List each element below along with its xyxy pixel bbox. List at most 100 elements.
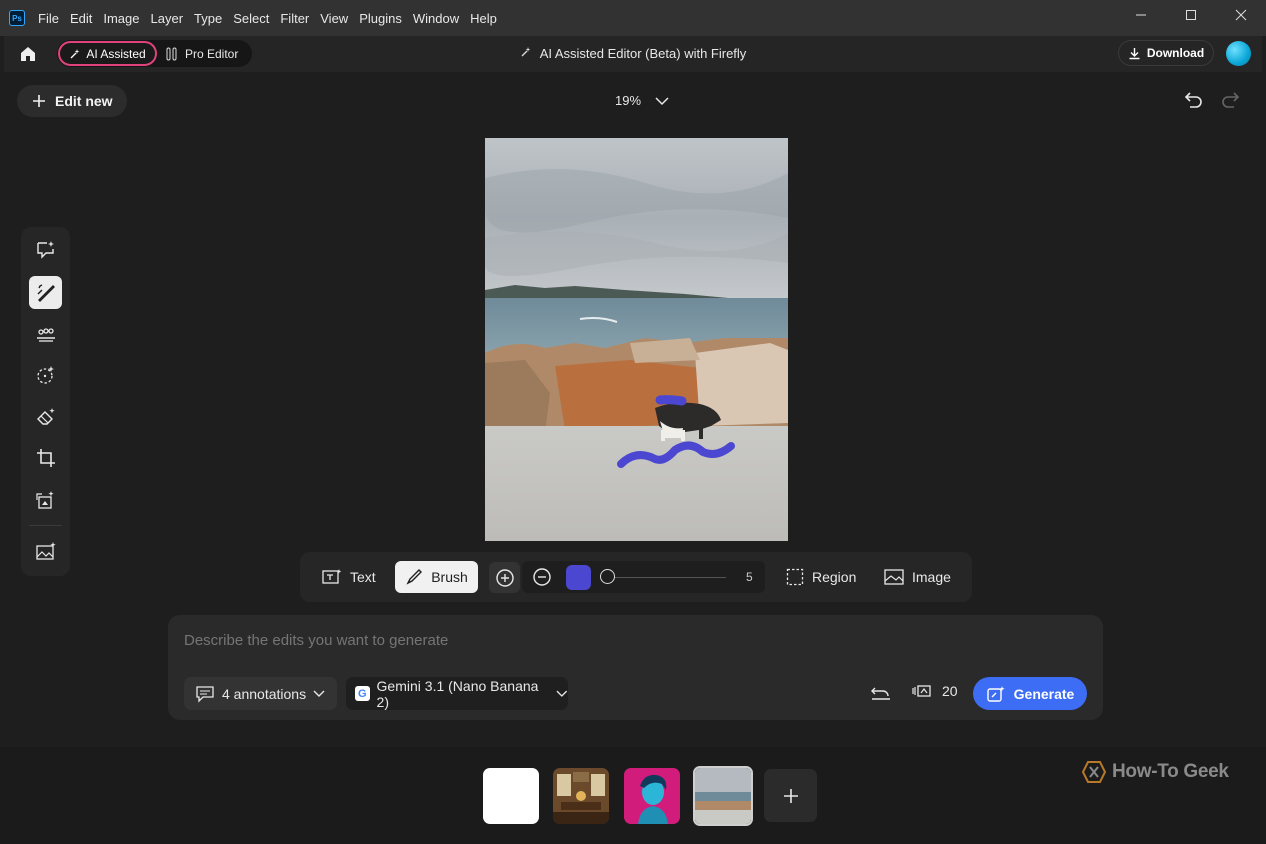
photoshop-logo: Ps — [9, 10, 25, 26]
maximize-button[interactable] — [1166, 0, 1216, 30]
menu-file[interactable]: File — [38, 11, 59, 26]
tool-adjust[interactable] — [29, 317, 62, 350]
minimize-icon — [1136, 14, 1146, 16]
menu-image[interactable]: Image — [103, 11, 139, 26]
document-title: AI Assisted Editor (Beta) with Firefly — [4, 46, 1262, 61]
menu-layer[interactable]: Layer — [151, 11, 184, 26]
menu-select[interactable]: Select — [233, 11, 269, 26]
brush-add-button[interactable] — [489, 562, 520, 593]
generate-button[interactable]: Generate — [973, 677, 1087, 710]
tool-generate-image[interactable] — [29, 535, 62, 568]
tool-chat[interactable] — [29, 233, 62, 266]
tool-crop[interactable] — [29, 441, 62, 474]
brush-settings: 5 — [522, 561, 765, 593]
menu-type[interactable]: Type — [194, 11, 222, 26]
tool-brush[interactable] — [29, 276, 62, 309]
image-tool-button[interactable]: Image — [884, 561, 951, 593]
minimize-button[interactable] — [1116, 0, 1166, 30]
redo-button[interactable] — [1220, 91, 1242, 116]
brush-size-knob[interactable] — [600, 569, 615, 584]
document-thumbnail-blank[interactable] — [483, 768, 539, 824]
brush-icon — [406, 569, 423, 585]
expand-sparkle-icon — [35, 490, 54, 509]
chevron-down-icon — [556, 690, 568, 697]
model-label: Gemini 3.1 (Nano Banana 2) — [376, 677, 539, 710]
canvas-photo[interactable] — [485, 138, 788, 541]
model-dropdown[interactable]: G Gemini 3.1 (Nano Banana 2) — [346, 677, 568, 710]
add-document-button[interactable] — [764, 769, 817, 822]
brush-edit-icon — [37, 283, 55, 302]
window-controls — [1116, 0, 1266, 30]
beach-thumbnail-image — [695, 768, 751, 824]
edit-new-button[interactable]: Edit new — [17, 85, 127, 117]
generate-label: Generate — [1013, 685, 1075, 702]
document-thumbnail-beach-selected[interactable] — [693, 766, 753, 826]
brush-size-slider[interactable] — [608, 577, 726, 578]
credits-count: 20 — [942, 683, 958, 699]
brush-subtract-button[interactable] — [532, 567, 552, 592]
prompt-input[interactable] — [184, 632, 1064, 649]
menu-edit[interactable]: Edit — [70, 11, 92, 26]
minus-circle-icon — [533, 568, 551, 586]
document-thumbnail-portrait[interactable] — [624, 768, 680, 824]
image-icon — [884, 569, 904, 585]
generative-credits: 20 — [912, 683, 958, 699]
close-icon — [1235, 9, 1247, 21]
remove-eraser-icon — [36, 407, 55, 425]
how-to-geek-logo-icon — [1082, 761, 1106, 783]
adjust-sliders-icon — [36, 327, 55, 342]
tool-expand[interactable] — [29, 483, 62, 516]
region-tool-label: Region — [812, 569, 857, 585]
menu-help[interactable]: Help — [470, 11, 497, 26]
undo-icon — [1184, 92, 1202, 108]
comment-icon — [196, 685, 214, 703]
menu-window[interactable]: Window — [413, 11, 459, 26]
document-strip: How-To Geek — [0, 747, 1266, 844]
brush-toolbar: Text Brush 5 Region Image — [300, 552, 972, 602]
beach-cat-photo — [485, 138, 788, 541]
download-icon — [1129, 47, 1140, 59]
region-tool-button[interactable]: Region — [786, 561, 856, 593]
undo-button[interactable] — [1182, 91, 1204, 116]
portrait-thumbnail-image — [624, 768, 680, 824]
menu-items: File Edit Image Layer Type Select Filter… — [38, 11, 508, 26]
plus-circle-icon — [495, 568, 514, 587]
annotations-label: 4 annotations — [222, 685, 307, 702]
google-icon: G — [355, 686, 370, 701]
menu-filter[interactable]: Filter — [280, 11, 309, 26]
redo-icon — [1222, 92, 1240, 108]
menu-plugins[interactable]: Plugins — [359, 11, 402, 26]
user-avatar[interactable] — [1226, 41, 1251, 66]
image-tool-label: Image — [912, 569, 951, 585]
select-sparkle-icon — [36, 365, 54, 384]
title-text: AI Assisted Editor (Beta) with Firefly — [539, 46, 747, 61]
brush-color-swatch[interactable] — [566, 565, 591, 590]
reset-button[interactable] — [870, 683, 892, 706]
crop-icon — [36, 448, 55, 467]
maximize-icon — [1186, 10, 1196, 20]
chevron-down-icon — [313, 690, 325, 697]
image-sparkle-icon — [35, 541, 56, 560]
text-sparkle-icon — [322, 569, 342, 584]
prompt-panel: 4 annotations G Gemini 3.1 (Nano Banana … — [168, 615, 1103, 720]
brush-tool-button[interactable]: Brush — [395, 561, 478, 593]
how-to-geek-watermark: How-To Geek — [1082, 761, 1229, 783]
tool-select[interactable] — [29, 358, 62, 391]
text-tool-button[interactable]: Text — [322, 561, 376, 593]
generate-sparkle-icon — [986, 685, 1005, 702]
header-bar: AI Assisted Pro Editor AI Assisted Edito… — [4, 36, 1262, 72]
document-thumbnail-room[interactable] — [553, 768, 609, 824]
room-thumbnail-image — [553, 768, 609, 824]
chat-sparkle-icon — [36, 240, 54, 259]
region-select-icon — [786, 568, 804, 586]
download-button[interactable]: Download — [1118, 40, 1214, 66]
rail-divider — [29, 525, 62, 526]
menu-view[interactable]: View — [320, 11, 348, 26]
zoom-dropdown[interactable]: 19% — [615, 93, 669, 108]
brush-tool-label: Brush — [431, 569, 468, 585]
tool-remove[interactable] — [29, 400, 62, 433]
brush-size-value: 5 — [746, 570, 753, 584]
close-button[interactable] — [1216, 0, 1266, 30]
plus-icon — [33, 95, 45, 107]
annotations-dropdown[interactable]: 4 annotations — [184, 677, 337, 710]
